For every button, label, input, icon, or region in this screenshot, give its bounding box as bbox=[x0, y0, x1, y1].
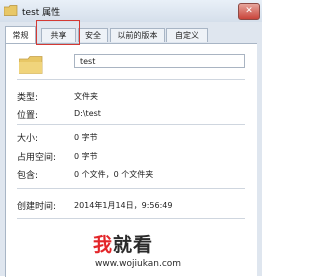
type-label: 类型: bbox=[17, 93, 39, 103]
size-value: 0 字节 bbox=[74, 133, 98, 142]
close-button[interactable]: ✕ bbox=[238, 3, 260, 20]
size-on-disk-label: 占用空间: bbox=[17, 153, 57, 163]
divider bbox=[17, 188, 245, 189]
folder-icon bbox=[4, 5, 18, 16]
watermark: 我就看 www.wojiukan.com bbox=[93, 230, 223, 276]
folder-icon bbox=[19, 56, 43, 74]
contains-value: 0 个文件，0 个文件夹 bbox=[74, 170, 154, 179]
folder-name-input[interactable]: test bbox=[74, 54, 245, 68]
title-bar[interactable]: test 属性 ✕ bbox=[0, 0, 262, 22]
tab-customize[interactable]: 自定义 bbox=[166, 28, 208, 42]
watermark-url: www.wojiukan.com bbox=[95, 259, 182, 269]
close-icon: ✕ bbox=[245, 6, 253, 16]
watermark-logo: 我就看 bbox=[93, 234, 154, 256]
tab-security[interactable]: 安全 bbox=[78, 28, 108, 42]
created-label: 创建时间: bbox=[17, 202, 57, 212]
location-label: 位置: bbox=[17, 111, 39, 121]
window-title: test 属性 bbox=[22, 8, 61, 18]
tab-previous-versions[interactable]: 以前的版本 bbox=[110, 28, 165, 42]
sharing-tab-highlight bbox=[36, 20, 80, 45]
size-on-disk-value: 0 字节 bbox=[74, 152, 98, 161]
divider bbox=[17, 218, 245, 219]
divider bbox=[17, 124, 245, 125]
created-value: 2014年1月14日，9:56:49 bbox=[74, 201, 173, 210]
divider bbox=[17, 79, 245, 80]
type-value: 文件夹 bbox=[74, 92, 98, 101]
tab-general[interactable]: 常规 bbox=[5, 26, 36, 43]
properties-window: test 属性 ✕ 常规 共享 安全 以前的版本 自定义 test 类型: 文件… bbox=[0, 0, 262, 277]
contains-label: 包含: bbox=[17, 171, 39, 181]
location-value: D:\test bbox=[74, 109, 101, 118]
size-label: 大小: bbox=[17, 134, 39, 144]
